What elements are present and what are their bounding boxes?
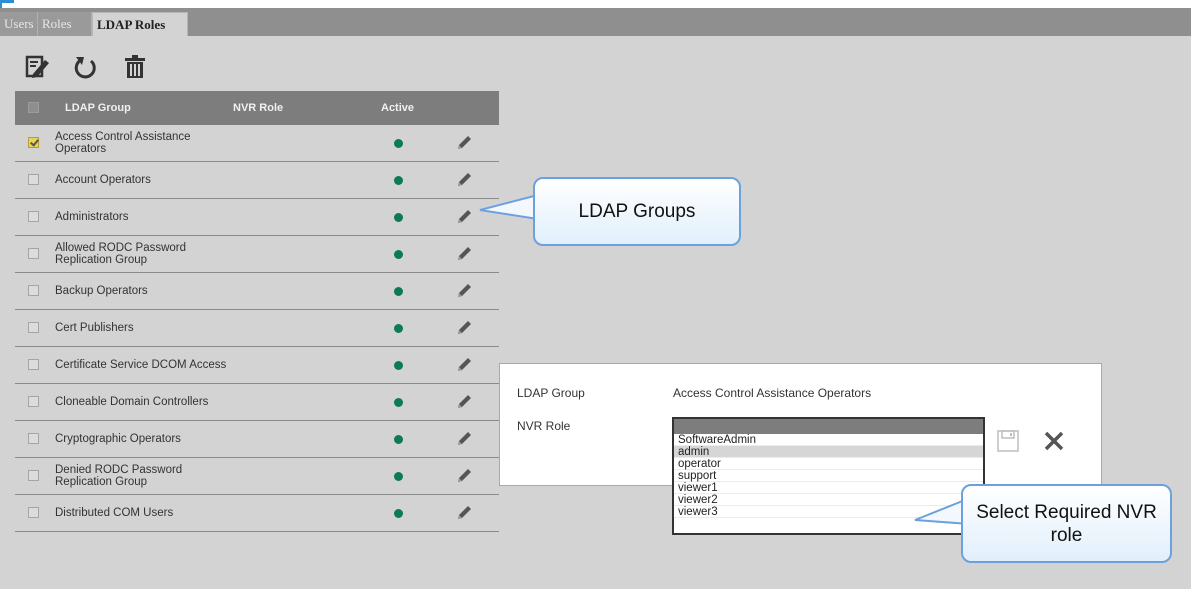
tab-users[interactable]: Users (0, 12, 38, 36)
row-checkbox[interactable] (28, 507, 39, 518)
pencil-icon[interactable] (455, 393, 473, 411)
refresh-icon[interactable] (70, 52, 100, 82)
tab-ldap-roles[interactable]: LDAP Roles (92, 12, 188, 36)
pencil-icon[interactable] (455, 504, 473, 522)
table-row[interactable]: Cloneable Domain Controllers (15, 384, 499, 421)
ldap-groups-callout: LDAP Groups (533, 177, 741, 246)
pencil-icon[interactable] (455, 208, 473, 226)
column-header-ldap-group: LDAP Group (65, 102, 131, 114)
select-all-checkbox[interactable] (28, 102, 39, 113)
active-status-icon (394, 324, 403, 333)
nvr-role-label: NVR Role (517, 419, 571, 433)
active-status-icon (394, 176, 403, 185)
table-row[interactable]: Account Operators (15, 162, 499, 199)
row-checkbox[interactable] (28, 285, 39, 296)
ldap-group-name: Distributed COM Users (55, 507, 174, 519)
active-status-icon (394, 250, 403, 259)
pencil-icon[interactable] (455, 319, 473, 337)
active-status-icon (394, 398, 403, 407)
callout-pointer (479, 193, 539, 221)
ldap-group-name: Cryptographic Operators (55, 433, 181, 445)
ldap-group-name: Account Operators (55, 174, 151, 186)
ldap-group-name: Allowed RODC Password Replication Group (55, 242, 187, 266)
table-row[interactable]: Distributed COM Users (15, 495, 499, 532)
row-checkbox[interactable] (28, 322, 39, 333)
ldap-group-name: Cert Publishers (55, 322, 134, 334)
ldap-group-name: Access Control Assistance Operators (55, 131, 191, 155)
table-row[interactable]: Allowed RODC Password Replication Group (15, 236, 499, 273)
active-status-icon (394, 509, 403, 518)
table-row[interactable]: Access Control Assistance Operators (15, 125, 499, 162)
delete-icon[interactable] (120, 52, 150, 82)
row-checkbox[interactable] (28, 470, 39, 481)
column-header-nvr-role: NVR Role (233, 102, 284, 114)
pencil-icon[interactable] (455, 245, 473, 263)
ldap-groups-table: LDAP Group NVR Role Active Access Contro… (15, 91, 499, 532)
active-status-icon (394, 213, 403, 222)
row-checkbox[interactable] (28, 433, 39, 444)
row-checkbox[interactable] (28, 211, 39, 222)
tab-bar: Users Roles LDAP Roles (0, 8, 1191, 36)
column-header-active: Active (381, 102, 415, 114)
row-checkbox[interactable] (28, 396, 39, 407)
ldap-group-label: LDAP Group (517, 386, 585, 400)
pencil-icon[interactable] (455, 356, 473, 374)
role-option[interactable]: operator (674, 458, 983, 470)
active-status-icon (394, 472, 403, 481)
pencil-icon[interactable] (455, 467, 473, 485)
top-edge-fragment (0, 0, 14, 8)
active-status-icon (394, 361, 403, 370)
ldap-group-value: Access Control Assistance Operators (673, 386, 872, 400)
role-option[interactable]: viewer1 (674, 482, 983, 494)
ldap-group-name: Denied RODC Password Replication Group (55, 464, 183, 488)
table-row[interactable]: Cert Publishers (15, 310, 499, 347)
edit-icon[interactable] (22, 52, 52, 82)
table-row[interactable]: Certificate Service DCOM Access (15, 347, 499, 384)
active-status-icon (394, 287, 403, 296)
pencil-icon[interactable] (455, 430, 473, 448)
table-row[interactable]: Administrators (15, 199, 499, 236)
role-option[interactable]: SoftwareAdmin (674, 434, 983, 446)
row-checkbox[interactable] (28, 137, 39, 148)
select-role-callout: Select Required NVR role (961, 484, 1172, 563)
active-status-icon (394, 435, 403, 444)
active-status-icon (394, 139, 403, 148)
pencil-icon[interactable] (455, 134, 473, 152)
role-option[interactable]: support (674, 470, 983, 482)
table-row[interactable]: Backup Operators (15, 273, 499, 310)
pencil-icon[interactable] (455, 282, 473, 300)
close-icon[interactable] (1043, 430, 1065, 452)
row-checkbox[interactable] (28, 174, 39, 185)
table-row[interactable]: Denied RODC Password Replication Group (15, 458, 499, 495)
row-checkbox[interactable] (28, 248, 39, 259)
table-row[interactable]: Cryptographic Operators (15, 421, 499, 458)
save-icon[interactable] (997, 430, 1019, 452)
ldap-group-name: Administrators (55, 211, 129, 223)
listbox-header (674, 419, 983, 434)
ldap-group-name: Certificate Service DCOM Access (55, 359, 227, 371)
role-option[interactable]: admin (674, 446, 983, 458)
pencil-icon[interactable] (455, 171, 473, 189)
row-checkbox[interactable] (28, 359, 39, 370)
table-body: Access Control Assistance Operators Accou… (15, 125, 499, 532)
ldap-group-name: Backup Operators (55, 285, 148, 297)
tab-roles[interactable]: Roles (38, 12, 92, 36)
ldap-group-name: Cloneable Domain Controllers (55, 396, 209, 408)
table-header: LDAP Group NVR Role Active (15, 91, 499, 125)
